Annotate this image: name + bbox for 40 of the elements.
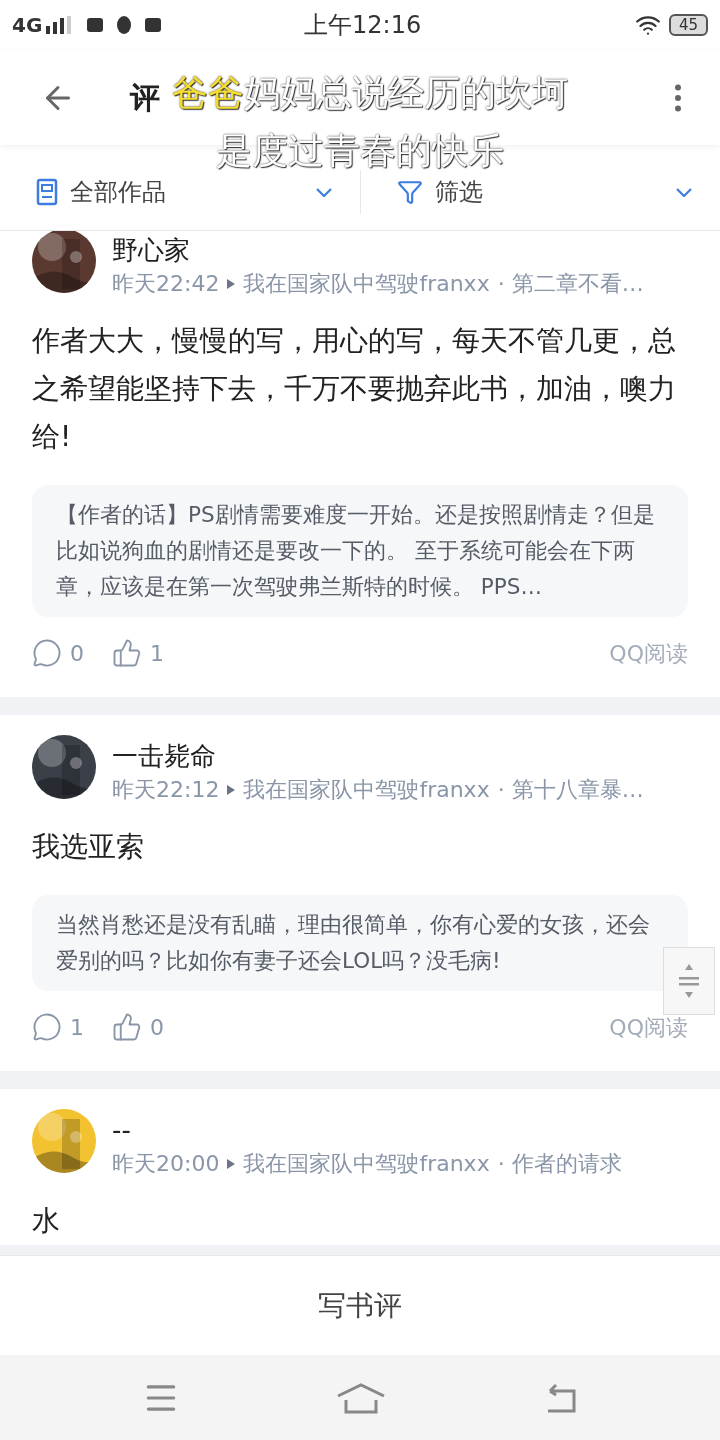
play-icon (227, 1159, 236, 1169)
comment-body: 我选亚索 (32, 829, 145, 865)
home-icon[interactable] (336, 1381, 386, 1414)
floating-lyrics-text: 是度过青春的快乐 (216, 129, 504, 173)
comment-body: 作者大大，慢慢的写，用心的写，每天不管几更，总之希望能坚持下去，千万不要抛弃此书，加油，噢力给! (32, 323, 677, 455)
floating-lyrics-text: 妈妈总说经历的坎坷 (244, 71, 568, 115)
thumbs-up-icon[interactable] (112, 1012, 142, 1042)
drag-handle-icon (678, 962, 700, 1000)
post-time: 昨天20:00 (112, 1150, 220, 1178)
like-count: 0 (150, 1013, 164, 1042)
reply-count: 1 (70, 1013, 84, 1042)
comment-body: 水 (32, 1203, 61, 1239)
floating-lyrics-text: 爸爸 (172, 71, 244, 115)
battery-indicator: 45 (668, 14, 708, 36)
user-name[interactable]: 一击毙命 (112, 739, 644, 773)
source-label: QQ阅读 (609, 639, 688, 668)
quoted-text: 【作者的话】PS剧情需要难度一开始。还是按照剧情走？但是比如说狗血的剧情还是要改一下的。 至于系统可能会在下两章，应该是在第一次驾驶弗兰斯特的时候。 PPS… (32, 485, 688, 617)
chevron-down-icon (315, 187, 332, 197)
reply-count: 0 (70, 639, 84, 668)
quoted-text: 当然肖愁还是没有乱瞄，理由很简单，你有心爱的女孩，还会爱别的吗？比如你有妻子还会LOL吗？没毛病! (32, 895, 688, 991)
comment-icon[interactable] (32, 638, 62, 668)
document-icon (36, 178, 58, 206)
filter-icon (396, 179, 423, 205)
source-label: QQ阅读 (609, 1013, 688, 1042)
clock: 上午12:16 (304, 10, 422, 41)
play-icon (227, 785, 236, 795)
chevron-down-icon (676, 187, 692, 197)
page-title: 评 (130, 79, 160, 117)
play-icon (227, 279, 236, 289)
post-time: 昨天22:12 (112, 776, 220, 804)
post-time: 昨天22:42 (112, 270, 220, 298)
filter-dropdown[interactable]: 全部作品 (0, 170, 361, 214)
thumbs-up-icon[interactable] (112, 638, 142, 668)
user-name[interactable]: -- (112, 1113, 622, 1147)
like-count: 1 (150, 639, 164, 668)
scroll-handle[interactable] (663, 947, 715, 1015)
filter-dropdown[interactable]: 筛选 (360, 170, 720, 214)
comment-icon[interactable] (32, 1012, 62, 1042)
user-name[interactable]: 野心家 (112, 233, 644, 267)
network-label: 4G (12, 12, 43, 39)
